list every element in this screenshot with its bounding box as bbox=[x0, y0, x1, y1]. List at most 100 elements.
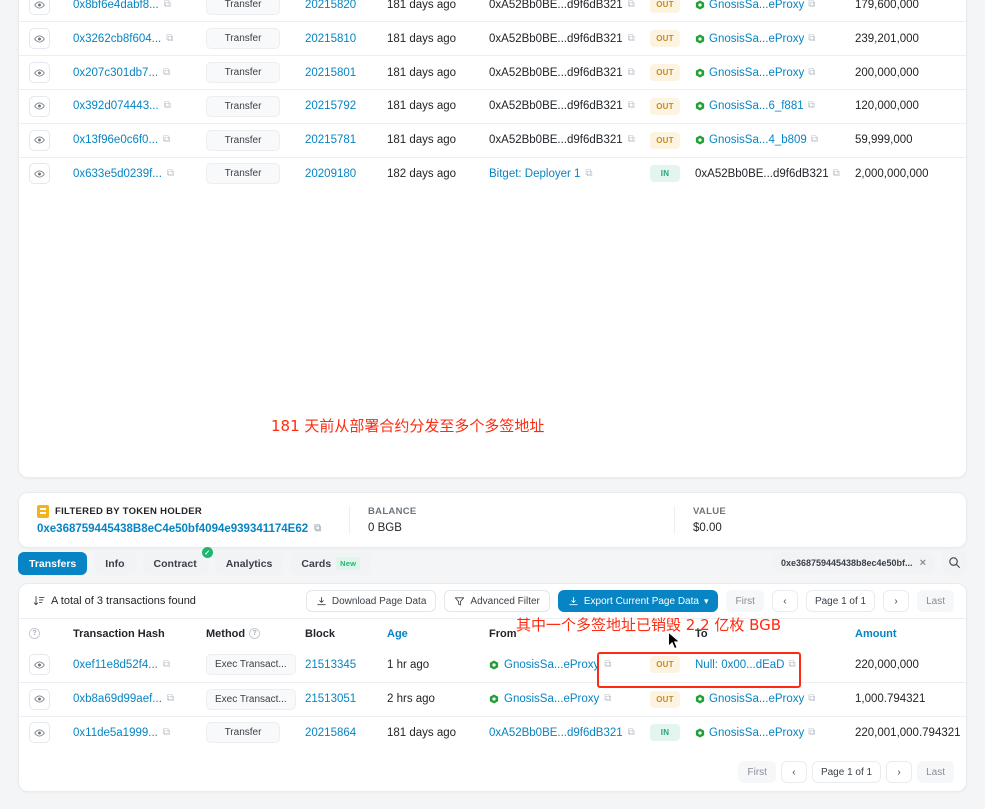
block-link[interactable]: 20215810 bbox=[305, 33, 356, 45]
copy-icon[interactable]: ⧉ bbox=[628, 135, 635, 145]
copy-icon[interactable]: ⧉ bbox=[808, 694, 815, 704]
pager-first-top[interactable]: First bbox=[726, 590, 763, 612]
method-badge[interactable]: Exec Transact... bbox=[206, 654, 296, 675]
block-link[interactable]: 20215801 bbox=[305, 67, 356, 79]
method-badge[interactable]: Transfer bbox=[206, 96, 280, 117]
transaction-hash-link[interactable]: 0xef11e8d52f4... bbox=[73, 659, 158, 671]
copy-icon[interactable]: ⧉ bbox=[167, 169, 174, 179]
copy-icon[interactable]: ⧉ bbox=[628, 34, 635, 44]
eye-button[interactable] bbox=[29, 722, 50, 743]
pager-prev-top[interactable]: ‹ bbox=[772, 590, 798, 612]
pager-last-top[interactable]: Last bbox=[917, 590, 954, 612]
copy-icon[interactable]: ⧉ bbox=[808, 101, 815, 111]
copy-icon[interactable]: ⧉ bbox=[628, 68, 635, 78]
tab-cards[interactable]: CardsNew bbox=[290, 552, 371, 575]
tab-analytics[interactable]: Analytics bbox=[215, 552, 284, 575]
copy-icon[interactable]: ⧉ bbox=[164, 0, 171, 10]
method-badge[interactable]: Transfer bbox=[206, 28, 280, 49]
copy-icon[interactable]: ⧉ bbox=[628, 728, 635, 738]
method-badge[interactable]: Transfer bbox=[206, 0, 280, 15]
copy-icon[interactable]: ⧉ bbox=[628, 101, 635, 111]
eye-button[interactable] bbox=[29, 62, 50, 83]
method-badge[interactable]: Transfer bbox=[206, 722, 280, 743]
address-label[interactable]: GnosisSa...eProxy bbox=[504, 693, 599, 705]
filter-holder-address[interactable]: 0xe368759445438B8eC4e50bf4094e939341174E… bbox=[37, 523, 349, 535]
copy-icon[interactable]: ⧉ bbox=[585, 169, 592, 179]
transaction-hash-link[interactable]: 0x392d074443... bbox=[73, 100, 159, 112]
method-badge[interactable]: Transfer bbox=[206, 130, 280, 151]
copy-icon[interactable]: ⧉ bbox=[163, 68, 170, 78]
eye-button[interactable] bbox=[29, 96, 50, 117]
address-label[interactable]: 0xA52Bb0BE...d9f6dB321 bbox=[489, 727, 623, 739]
export-current-page-data-button[interactable]: Export Current Page Data ▾ bbox=[558, 590, 719, 612]
copy-icon[interactable]: ⧉ bbox=[808, 728, 815, 738]
header-age[interactable]: Age bbox=[387, 628, 489, 640]
method-badge[interactable]: Transfer bbox=[206, 62, 280, 83]
download-page-data-button[interactable]: Download Page Data bbox=[306, 590, 437, 612]
help-icon[interactable]: ? bbox=[249, 628, 260, 639]
address-label[interactable]: Null: 0x00...dEaD bbox=[695, 659, 785, 671]
eye-button[interactable] bbox=[29, 28, 50, 49]
eye-button[interactable] bbox=[29, 0, 50, 15]
block-link[interactable]: 21513051 bbox=[305, 693, 356, 705]
transaction-hash-link[interactable]: 0x207c301db7... bbox=[73, 67, 158, 79]
copy-icon[interactable]: ⧉ bbox=[163, 660, 170, 670]
pager-next-top[interactable]: › bbox=[883, 590, 909, 612]
transaction-hash-link[interactable]: 0x3262cb8f604... bbox=[73, 33, 161, 45]
block-link[interactable]: 20215781 bbox=[305, 134, 356, 146]
advanced-filter-button[interactable]: Advanced Filter bbox=[444, 590, 549, 612]
copy-icon[interactable]: ⧉ bbox=[163, 728, 170, 738]
tab-info[interactable]: Info bbox=[94, 552, 135, 575]
copy-icon[interactable]: ⧉ bbox=[811, 135, 818, 145]
transaction-hash-link[interactable]: 0x633e5d0239f... bbox=[73, 168, 162, 180]
copy-icon[interactable]: ⧉ bbox=[833, 169, 840, 179]
address-label[interactable]: 0xA52Bb0BE...d9f6dB321 bbox=[695, 168, 829, 180]
help-icon[interactable]: ? bbox=[29, 628, 40, 639]
copy-icon[interactable]: ⧉ bbox=[163, 135, 170, 145]
copy-icon[interactable]: ⧉ bbox=[628, 0, 635, 10]
address-label[interactable]: GnosisSa...4_b809 bbox=[709, 134, 807, 146]
copy-icon[interactable]: ⧉ bbox=[808, 0, 815, 10]
search-button[interactable] bbox=[942, 550, 967, 575]
copy-icon[interactable]: ⧉ bbox=[164, 101, 171, 111]
close-icon[interactable]: × bbox=[920, 557, 926, 569]
transaction-hash-link[interactable]: 0x8bf6e4dabf8... bbox=[73, 0, 159, 11]
block-link[interactable]: 21513345 bbox=[305, 659, 356, 671]
eye-button[interactable] bbox=[29, 130, 50, 151]
copy-icon[interactable]: ⧉ bbox=[167, 694, 174, 704]
transaction-hash-link[interactable]: 0x11de5a1999... bbox=[73, 727, 158, 739]
copy-icon[interactable]: ⧉ bbox=[808, 68, 815, 78]
address-label[interactable]: Bitget: Deployer 1 bbox=[489, 168, 580, 180]
search-filter-chip[interactable]: 0xe368759445438b8ec4e50bf... × bbox=[772, 552, 935, 574]
address-label[interactable]: GnosisSa...eProxy bbox=[709, 33, 804, 45]
transaction-hash-link[interactable]: 0xb8a69d99aef... bbox=[73, 693, 162, 705]
eye-button[interactable] bbox=[29, 163, 50, 184]
copy-icon[interactable]: ⧉ bbox=[604, 694, 611, 704]
copy-icon[interactable]: ⧉ bbox=[808, 34, 815, 44]
copy-icon[interactable]: ⧉ bbox=[789, 660, 796, 670]
address-label[interactable]: GnosisSa...eProxy bbox=[504, 659, 599, 671]
address-label[interactable]: GnosisSa...eProxy bbox=[709, 693, 804, 705]
pager-last-bottom[interactable]: Last bbox=[917, 761, 954, 783]
pager-prev-bottom[interactable]: ‹ bbox=[781, 761, 807, 783]
pager-first-bottom[interactable]: First bbox=[738, 761, 775, 783]
address-label[interactable]: GnosisSa...eProxy bbox=[709, 67, 804, 79]
copy-icon[interactable]: ⧉ bbox=[166, 34, 173, 44]
block-link[interactable]: 20209180 bbox=[305, 168, 356, 180]
copy-icon[interactable]: ⧉ bbox=[314, 524, 321, 534]
address-label[interactable]: GnosisSa...eProxy bbox=[709, 0, 804, 11]
pager-next-bottom[interactable]: › bbox=[886, 761, 912, 783]
address-label[interactable]: GnosisSa...eProxy bbox=[709, 727, 804, 739]
method-badge[interactable]: Transfer bbox=[206, 163, 280, 184]
header-amount[interactable]: Amount bbox=[855, 628, 966, 640]
eye-button[interactable] bbox=[29, 654, 50, 675]
method-badge[interactable]: Exec Transact... bbox=[206, 689, 296, 710]
block-link[interactable]: 20215864 bbox=[305, 727, 356, 739]
address-label[interactable]: GnosisSa...6_f881 bbox=[709, 100, 804, 112]
block-link[interactable]: 20215792 bbox=[305, 100, 356, 112]
eye-button[interactable] bbox=[29, 689, 50, 710]
tab-transfers[interactable]: Transfers bbox=[18, 552, 87, 575]
tab-contract[interactable]: Contract✓ bbox=[143, 552, 208, 575]
block-link[interactable]: 20215820 bbox=[305, 0, 356, 11]
transaction-hash-link[interactable]: 0x13f96e0c6f0... bbox=[73, 134, 158, 146]
